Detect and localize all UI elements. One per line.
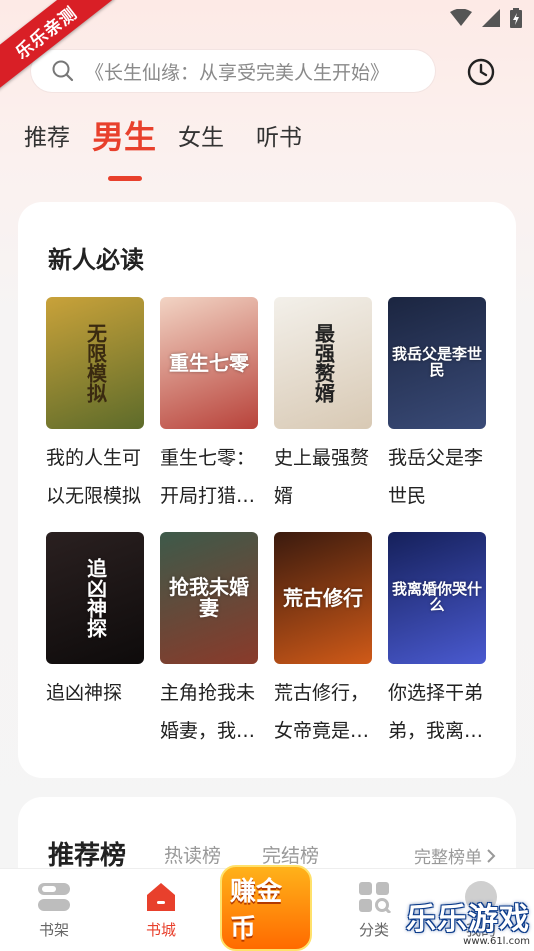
- book-item[interactable]: 荒古修行荒古修行，女帝竟是我身边女仆: [274, 532, 372, 750]
- history-clock-icon[interactable]: [466, 57, 496, 87]
- book-cover-title: 追凶神探: [83, 558, 108, 638]
- book-cover[interactable]: 抢我未婚妻: [160, 532, 258, 664]
- book-name: 追凶神探: [46, 682, 123, 704]
- book-cover-title: 抢我未婚妻: [169, 575, 249, 620]
- site-watermark: 乐乐游戏 www.61l.com: [406, 894, 530, 947]
- earn-coins-button[interactable]: 赚金币: [220, 865, 312, 951]
- full-rank-link[interactable]: 完整榜单: [414, 843, 496, 868]
- nav-bookshelf[interactable]: 书架: [19, 881, 89, 940]
- book-cover[interactable]: 我离婚你哭什么: [388, 532, 486, 664]
- book-name: 你选择干弟弟，我离婚你哭什么: [388, 682, 484, 742]
- book-item[interactable]: 我离婚你哭什么你选择干弟弟，我离婚你哭什么: [388, 532, 486, 750]
- book-item[interactable]: 追凶神探 追凶神探: [46, 532, 144, 750]
- tab-male[interactable]: 男生: [92, 112, 156, 158]
- search-placeholder: 《长生仙缘：从享受完美人生开始》: [85, 61, 390, 84]
- signal-icon: [482, 9, 500, 27]
- nav-store[interactable]: 书城: [126, 881, 196, 940]
- section-title: 新人必读: [48, 246, 144, 274]
- wifi-icon: [450, 9, 472, 26]
- nav-label: 分类: [358, 921, 389, 939]
- book-item[interactable]: 最强赘婿史上最强赘婿: [274, 297, 372, 515]
- book-item[interactable]: 我岳父是李世民 我岳父是李世民: [388, 297, 486, 515]
- book-cover-title: 无限模拟: [83, 323, 108, 403]
- category-icon: [359, 882, 391, 913]
- store-icon: [147, 883, 175, 911]
- book-cover-title: 我离婚你哭什么: [391, 580, 482, 614]
- book-cover[interactable]: 重生七零: [160, 297, 258, 429]
- book-item[interactable]: 无限模拟我的人生可以无限模拟: [46, 297, 144, 515]
- earn-coins-label: 赚金币: [220, 865, 312, 951]
- nav-label: 书架: [38, 921, 69, 939]
- nav-label: 书城: [145, 921, 176, 939]
- tab-female[interactable]: 女生: [178, 118, 224, 152]
- book-name: 重生七零：开局打猎养家: [160, 447, 256, 507]
- book-name: 荒古修行，女帝竟是我身边女仆: [274, 682, 370, 742]
- book-cover-title: 我岳父是李世民: [391, 345, 482, 379]
- book-cover[interactable]: 荒古修行: [274, 532, 372, 664]
- status-icons: [450, 8, 522, 28]
- active-tab-indicator: [108, 176, 142, 181]
- nav-category[interactable]: 分类: [339, 881, 409, 940]
- chevron-right-icon: [487, 848, 496, 863]
- book-cover[interactable]: 我岳父是李世民: [388, 297, 486, 429]
- bookshelf-icon: [38, 883, 70, 911]
- book-name: 我岳父是李世民: [388, 447, 484, 507]
- new-reader-card: 新人必读 无限模拟我的人生可以无限模拟重生七零重生七零：开局打猎养家最强赘婿史上…: [18, 202, 516, 778]
- book-cover[interactable]: 追凶神探: [46, 532, 144, 664]
- tab-recommend[interactable]: 推荐: [24, 118, 70, 152]
- battery-icon: [510, 8, 522, 28]
- book-cover[interactable]: 无限模拟: [46, 297, 144, 429]
- book-item[interactable]: 重生七零重生七零：开局打猎养家: [160, 297, 258, 515]
- search-input[interactable]: 《长生仙缘：从享受完美人生开始》: [31, 50, 435, 92]
- book-cover[interactable]: 最强赘婿: [274, 297, 372, 429]
- book-item[interactable]: 抢我未婚妻主角抢我未婚妻，我反手偷他家: [160, 532, 258, 750]
- full-rank-label: 完整榜单: [414, 848, 482, 868]
- tab-audiobook[interactable]: 听书: [256, 118, 302, 152]
- rank-tab-recommend[interactable]: 推荐榜: [48, 835, 126, 872]
- watermark-main: 乐乐游戏: [406, 902, 530, 937]
- search-icon: [52, 60, 74, 82]
- book-cover-title: 荒古修行: [283, 585, 363, 610]
- book-name: 主角抢我未婚妻，我反手偷他家: [160, 682, 256, 742]
- book-cover-title: 重生七零: [169, 350, 249, 375]
- book-name: 我的人生可以无限模拟: [46, 447, 142, 507]
- book-name: 史上最强赘婿: [274, 447, 370, 507]
- rank-tab-finished[interactable]: 完结榜: [262, 841, 319, 868]
- book-cover-title: 最强赘婿: [311, 323, 336, 403]
- rank-tab-hot[interactable]: 热读榜: [164, 841, 221, 868]
